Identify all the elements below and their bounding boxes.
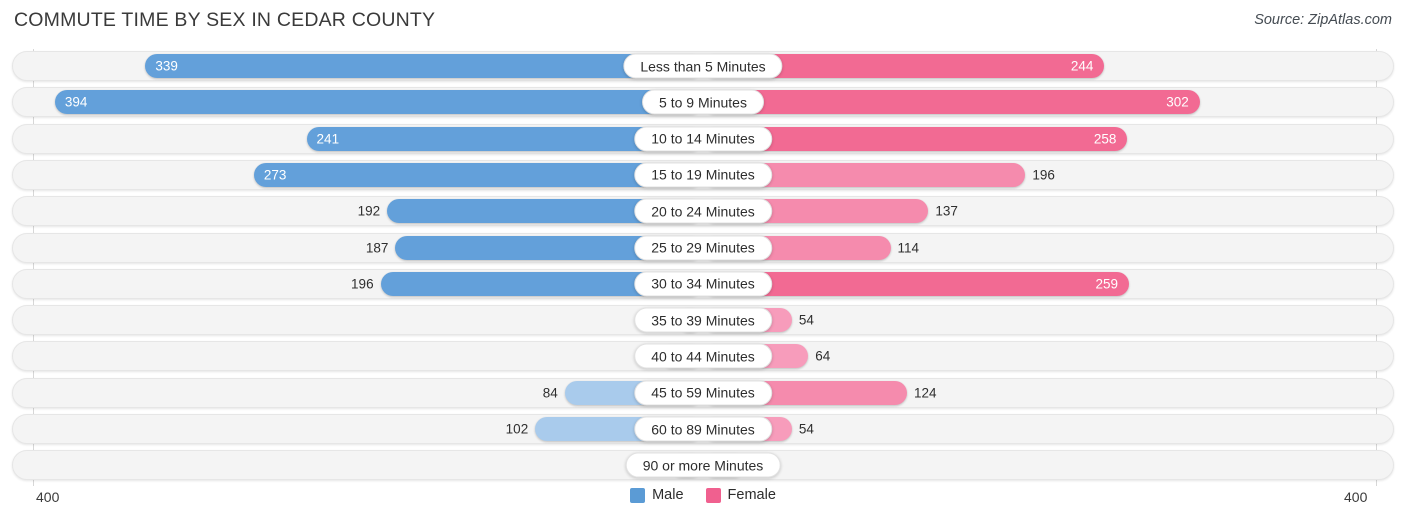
chart-row: 196 259 30 to 34 Minutes [12,268,1394,299]
plot-area: 339 244 Less than 5 Minutes 394 302 5 to 9 Mi… [0,49,1406,486]
legend-item-female[interactable]: Female [705,487,776,503]
category-label: 30 to 34 Minutes [634,271,772,297]
bar-value-female: 258 [1093,130,1117,146]
bar-value-male: 394 [64,94,88,110]
bar-value-female: 196 [1032,167,1055,183]
chart-row: 339 244 Less than 5 Minutes [12,51,1394,81]
chart-row: 102 54 60 to 89 Minutes [12,414,1394,444]
category-label: Less than 5 Minutes [623,53,783,79]
bar-value-male: 241 [316,130,340,146]
legend-item-male[interactable]: Male [630,487,684,503]
bar-female[interactable]: 302 [703,90,1200,115]
legend-swatch-icon [705,487,721,503]
category-label: 20 to 24 Minutes [634,198,772,224]
bar-value-male: 84 [542,384,558,400]
bar-value-female: 137 [935,203,958,219]
chart-row: 165435 to 39 Minutes [12,305,1394,336]
bar-value-male: 102 [505,421,529,437]
bar-value-female: 244 [1070,58,1094,74]
legend-swatch-icon [630,487,646,503]
bar-value-male: 339 [155,58,178,74]
chart-row: 394 302 5 to 9 Minutes [12,87,1394,118]
bar-value-male: 187 [365,239,389,255]
chart-root: COMMUTE TIME BY SEX IN CEDAR COUNTY Sour… [0,0,1406,523]
chart-row: 187 114 25 to 29 Minutes [12,232,1394,263]
bar-value-male: 192 [357,203,381,219]
bar-value-female: 124 [913,384,937,400]
bar-male[interactable]: 339 [145,54,703,78]
category-label: 10 to 14 Minutes [634,126,772,152]
bar-value-female: 64 [815,348,831,364]
chart-row: 192 137 20 to 24 Minutes [12,196,1394,227]
category-label: 45 to 59 Minutes [634,380,772,406]
legend-label: Male [652,487,684,503]
bar-male[interactable]: 394 [54,90,703,115]
bar-value-female: 302 [1166,94,1189,110]
legend-label: Female [727,487,776,503]
category-label: 15 to 19 Minutes [634,162,772,188]
bar-value-female: 259 [1095,276,1119,292]
category-label: 35 to 39 Minutes [634,307,772,333]
bar-value-female: 114 [897,239,920,255]
bar-value-male: 196 [351,276,374,292]
bar-value-male: 273 [263,167,287,183]
page-title: COMMUTE TIME BY SEX IN CEDAR COUNTY [14,9,436,31]
bar-value-female: 54 [798,312,814,328]
category-label: 90 or more Minutes [625,452,781,478]
category-label: 5 to 9 Minutes [642,89,764,115]
category-label: 60 to 89 Minutes [634,416,772,442]
category-label: 40 to 44 Minutes [634,343,772,369]
bar-value-female: 54 [798,421,814,437]
chart-row: 266440 to 44 Minutes [12,341,1394,372]
chart-row: 84 124 45 to 59 Minutes [12,377,1394,408]
source-attribution: Source: ZipAtlas.com [1254,12,1392,28]
chart-row: 241 258 10 to 14 Minutes [12,123,1394,154]
chart-legend: Male Female [0,487,1406,503]
category-label: 25 to 29 Minutes [634,235,772,260]
chart-row: 273 196 15 to 19 Minutes [12,159,1394,190]
chart-row: 202690 or more Minutes [12,450,1394,481]
